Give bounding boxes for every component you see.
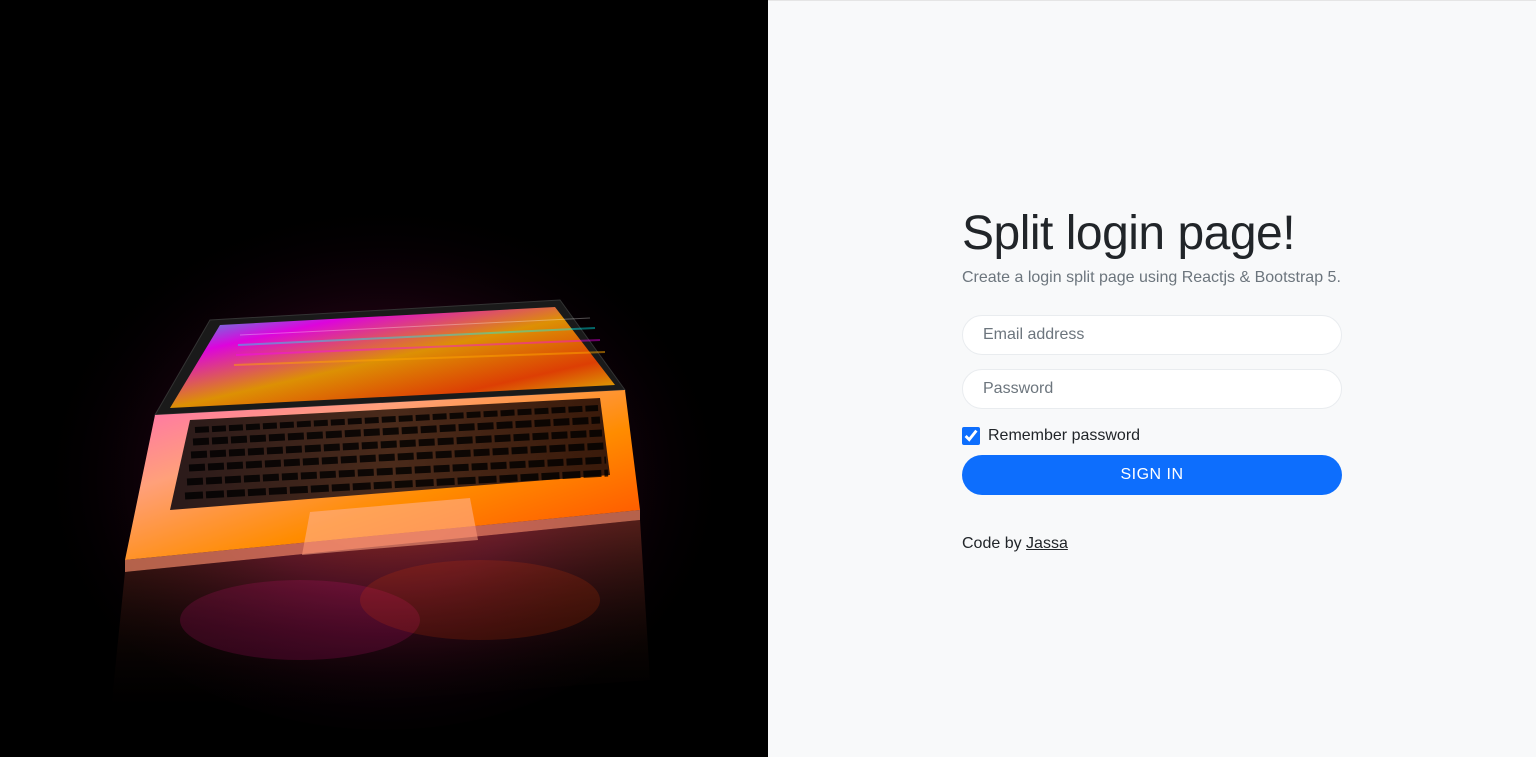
login-form-container: Split login page! Create a login split p…	[952, 206, 1352, 553]
credit-prefix: Code by	[962, 535, 1026, 552]
login-panel: Split login page! Create a login split p…	[768, 0, 1536, 757]
password-input[interactable]	[962, 369, 1342, 409]
laptop-image	[0, 0, 768, 757]
login-title: Split login page!	[962, 206, 1342, 261]
remember-label[interactable]: Remember password	[988, 427, 1140, 445]
signin-button[interactable]: Sign in	[962, 455, 1342, 495]
credit-text: Code by Jassa	[962, 535, 1342, 553]
hero-image-panel	[0, 0, 768, 757]
credit-author-link[interactable]: Jassa	[1026, 535, 1068, 552]
remember-row: Remember password	[962, 427, 1342, 445]
email-input[interactable]	[962, 315, 1342, 355]
login-subtitle: Create a login split page using Reactjs …	[962, 269, 1342, 287]
remember-checkbox[interactable]	[962, 427, 980, 445]
